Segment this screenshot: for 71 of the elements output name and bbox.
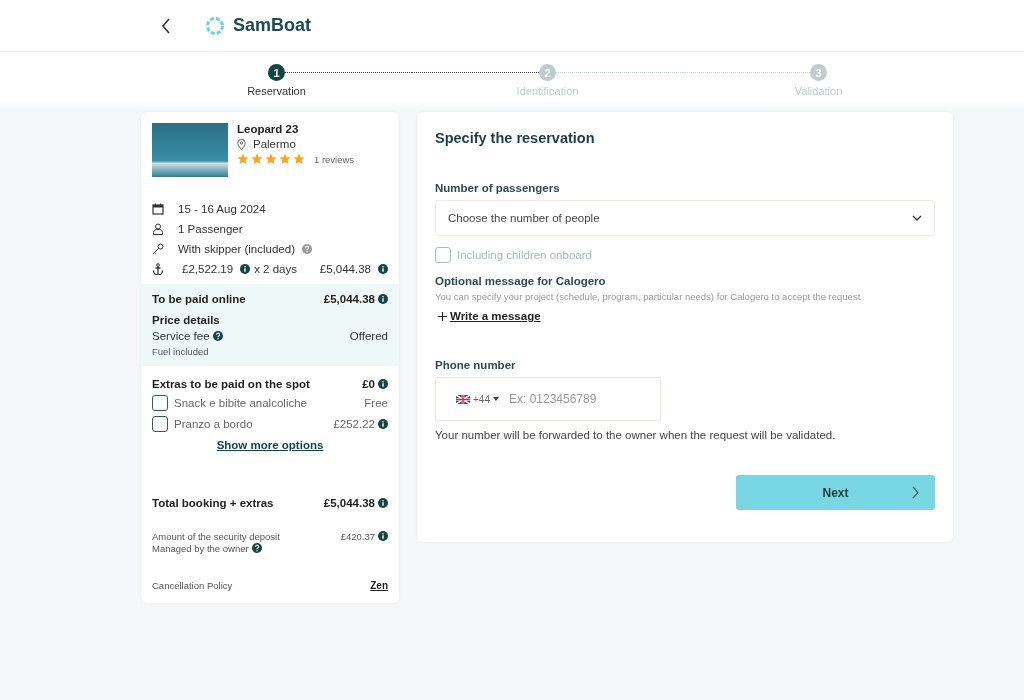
cancellation-policy-link[interactable]: Zen: [370, 580, 388, 591]
daily-rate: £2,522.19: [182, 262, 234, 275]
flag-icon: [456, 394, 470, 404]
help-icon[interactable]: [251, 543, 262, 553]
booking-dates: 15 - 16 Aug 2024: [178, 202, 266, 215]
deposit-label: Amount of the security deposit: [152, 531, 280, 542]
location-pin-icon: [237, 138, 246, 150]
info-icon[interactable]: [378, 263, 388, 274]
logo-icon: [205, 15, 225, 36]
plus-icon: [438, 311, 447, 321]
chevron-down-icon: [912, 215, 922, 221]
info-icon[interactable]: [378, 294, 388, 304]
chevron-right-icon: [912, 486, 919, 499]
service-fee-value: Offered: [349, 330, 388, 342]
calendar-icon: [152, 202, 164, 215]
step-number: 3: [810, 64, 827, 81]
extra-name: Pranzo a bordo: [174, 418, 253, 430]
caret-icon: [492, 397, 499, 401]
help-icon[interactable]: [212, 331, 223, 341]
fuel-note: Fuel included: [152, 346, 210, 357]
info-icon[interactable]: [378, 419, 388, 429]
extras-label: Extras to be paid on the spot: [152, 378, 310, 390]
extra-price: Free: [364, 397, 388, 409]
key-icon: [152, 242, 164, 255]
extra-name: Snack e bibite analcoliche: [174, 397, 307, 409]
extra-checkbox[interactable]: [152, 416, 168, 432]
step-label: Reservation: [247, 85, 306, 97]
step-number: 2: [539, 64, 556, 81]
country-code-select[interactable]: +44: [454, 391, 501, 407]
step-number: 1: [268, 64, 285, 81]
boat-name: Leopard 23: [237, 123, 300, 135]
online-payment-amount: £5,044.38: [323, 293, 375, 305]
review-count[interactable]: 1 reviews: [314, 153, 355, 165]
extra-checkbox[interactable]: [152, 395, 168, 411]
total-amount: £5,044.38: [323, 497, 375, 509]
anchor-icon: [152, 262, 164, 275]
info-icon[interactable]: [378, 498, 388, 508]
show-more-options-link[interactable]: Show more options: [216, 439, 324, 451]
skipper-info: With skipper (included): [178, 242, 295, 255]
person-icon: [152, 222, 164, 235]
message-label: Optional message for Calogero: [435, 275, 607, 287]
deposit-amount: £420.37: [340, 531, 375, 542]
brand-name[interactable]: SamBoat: [233, 15, 312, 36]
write-message-link[interactable]: Write a message: [438, 310, 935, 322]
message-hint: You can specify your project (schedule, program, particular needs) for Calogero to accept the request: [435, 291, 862, 302]
deposit-manager: Managed by the owner: [152, 543, 249, 554]
back-icon[interactable]: [161, 17, 171, 34]
form-title: Specify the reservation: [435, 130, 596, 146]
online-payment-label: To be paid online: [152, 293, 246, 305]
passengers-label: Number of passengers: [435, 182, 561, 194]
price-details-title: Price details: [152, 314, 221, 326]
step-label: Identification: [516, 85, 579, 97]
info-icon[interactable]: [378, 531, 388, 541]
children-checkbox-label: Including children onboard: [457, 249, 592, 261]
rental-total: £5,044.38: [319, 262, 371, 275]
passengers-select[interactable]: Choose the number of people: [435, 200, 935, 236]
cancellation-policy-label: Cancellation Policy: [152, 580, 233, 591]
service-fee-label: Service fee: [152, 330, 210, 342]
rental-duration: x 2 days: [254, 262, 297, 275]
phone-number-input[interactable]: Ex: 0123456789: [508, 392, 619, 406]
extras-amount: £0: [362, 378, 375, 390]
step-label: Validation: [794, 85, 843, 97]
boat-location: Palermo: [253, 138, 296, 150]
info-icon[interactable]: [240, 263, 251, 274]
passenger-count: 1 Passenger: [178, 222, 243, 235]
next-button[interactable]: Next: [736, 475, 935, 510]
phone-note: Your number will be forwarded to the owner when the request will be validated.: [435, 429, 837, 441]
info-icon[interactable]: [378, 379, 388, 389]
total-label: Total booking + extras: [152, 497, 274, 509]
phone-label: Phone number: [435, 359, 517, 371]
extra-price: £252.22: [333, 418, 375, 430]
